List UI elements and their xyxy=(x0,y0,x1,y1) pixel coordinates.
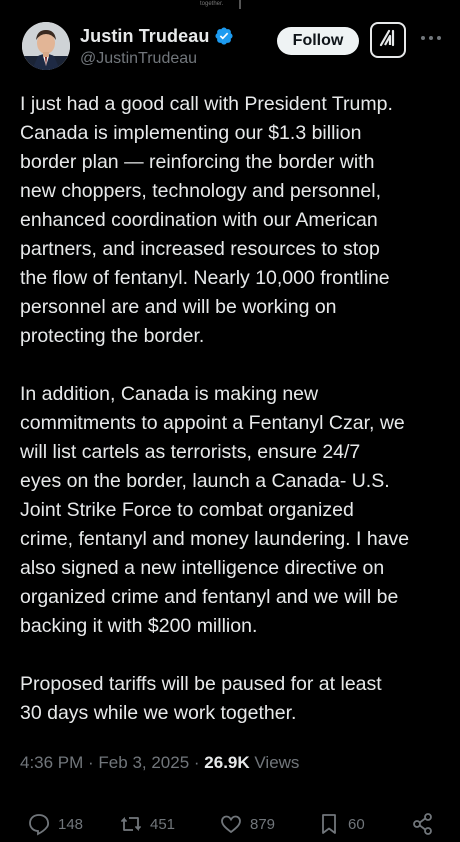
bookmark-button[interactable]: 60 xyxy=(316,812,365,836)
more-dots-icon[interactable] xyxy=(418,28,444,48)
share-button[interactable] xyxy=(410,812,442,836)
reply-button[interactable]: 148 xyxy=(26,812,83,836)
reply-icon xyxy=(26,812,58,836)
user-info[interactable]: Justin Trudeau @JustinTrudeau xyxy=(80,25,234,68)
views-count[interactable]: 26.9K xyxy=(204,753,249,772)
tweet-meta: 4:36 PM · Feb 3, 2025 · 26.9K Views xyxy=(20,753,299,773)
tweet-paragraph-3: Proposed tariffs will be paused for at l… xyxy=(20,673,382,724)
top-divider xyxy=(239,0,241,9)
grok-icon xyxy=(377,27,399,54)
user-handle[interactable]: @JustinTrudeau xyxy=(80,50,234,68)
like-icon xyxy=(218,812,250,836)
reply-count: 148 xyxy=(58,815,84,833)
bookmark-icon xyxy=(316,812,348,836)
tweet-header: Justin Trudeau @JustinTrudeau Follow xyxy=(22,22,444,72)
grok-button[interactable] xyxy=(370,22,406,58)
verified-badge-icon[interactable] xyxy=(214,26,234,46)
avatar[interactable] xyxy=(22,22,70,70)
repost-icon xyxy=(118,812,150,836)
meta-separator: · xyxy=(189,753,205,772)
name-row: Justin Trudeau xyxy=(80,25,234,47)
meta-separator: · xyxy=(83,753,99,772)
tweet-paragraph-1: I just had a good call with President Tr… xyxy=(20,93,393,347)
display-name[interactable]: Justin Trudeau xyxy=(80,26,209,47)
top-cropped-text: together. xyxy=(200,1,224,7)
tweet-date[interactable]: Feb 3, 2025 xyxy=(98,753,189,772)
action-bar: 148 451 879 60 xyxy=(26,812,446,842)
follow-button[interactable]: Follow xyxy=(277,27,359,55)
tweet-text: I just had a good call with President Tr… xyxy=(20,90,448,757)
repost-button[interactable]: 451 xyxy=(118,812,175,836)
bookmark-count: 60 xyxy=(348,815,365,833)
share-icon xyxy=(410,812,442,836)
like-button[interactable]: 879 xyxy=(218,812,275,836)
views-label: Views xyxy=(249,753,300,772)
like-count: 879 xyxy=(250,815,276,833)
repost-count: 451 xyxy=(150,815,176,833)
tweet-paragraph-2: In addition, Canada is making new commit… xyxy=(20,383,410,637)
tweet-time[interactable]: 4:36 PM xyxy=(20,753,83,772)
